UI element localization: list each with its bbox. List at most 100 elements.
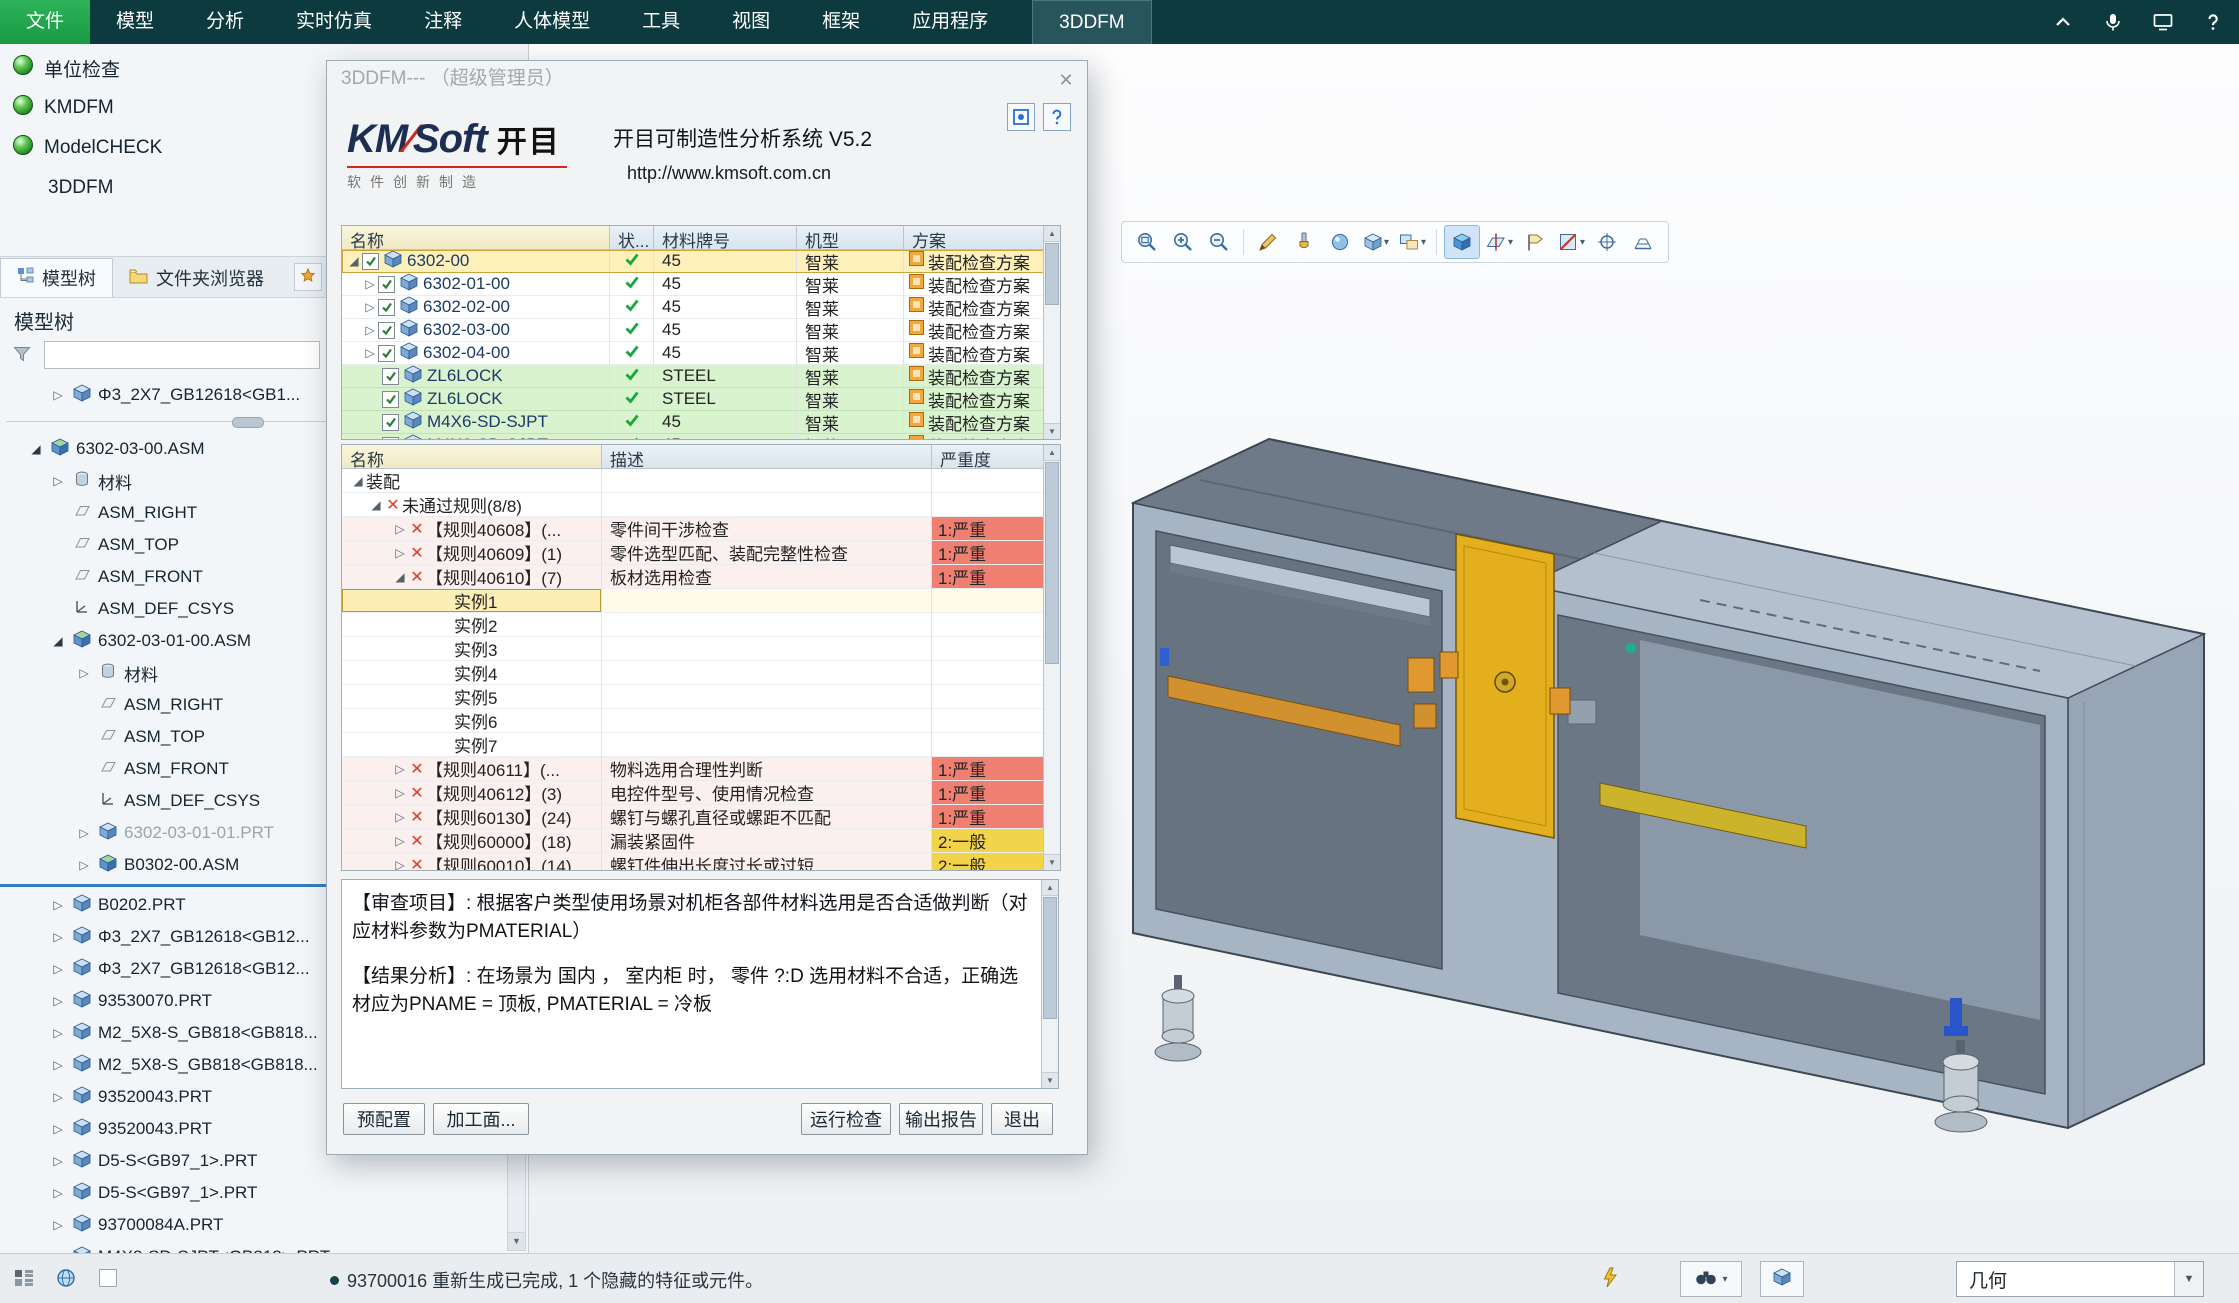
run-check-button[interactable]: 运行检查 — [801, 1103, 891, 1135]
checkbox-checked[interactable] — [378, 345, 395, 362]
shade-icon[interactable] — [1287, 226, 1321, 258]
rules-row[interactable]: ◢✕【规则40610】(7)板材选用检查1:严重 — [342, 565, 1060, 589]
rules-row[interactable]: ▷✕【规则60010】(14)螺钉件伸出长度过长或过短2:一般 — [342, 853, 1060, 870]
scrollbar-thumb[interactable] — [1045, 462, 1059, 664]
menu-item-注释[interactable]: 注释 — [398, 0, 488, 44]
chevron-down-icon[interactable]: ▼ — [2174, 1262, 2203, 1296]
parts-row[interactable]: ▷6302-02-0045智莱装配检查方案 — [342, 296, 1060, 319]
parts-row[interactable]: ◢6302-0045智莱装配检查方案 — [342, 250, 1060, 273]
scroll-up-icon[interactable]: ▲ — [1042, 880, 1058, 896]
scroll-down-icon[interactable]: ▼ — [508, 1232, 525, 1250]
rules-col-header[interactable]: 名称 — [342, 445, 602, 469]
saved-views-icon[interactable]: ▾ — [1395, 226, 1429, 258]
scrollbar-thumb[interactable] — [1045, 243, 1059, 305]
expand-arrow-icon[interactable]: ▷ — [50, 388, 66, 402]
rules-row[interactable]: 实例5 — [342, 685, 1060, 709]
display-style-icon[interactable]: ▾ — [1359, 226, 1393, 258]
rules-row[interactable]: 实例3 — [342, 637, 1060, 661]
navigator-options-button[interactable] — [294, 263, 322, 291]
collapse-arrow-icon[interactable]: ◢ — [350, 474, 366, 488]
checkbox-checked[interactable] — [378, 276, 395, 293]
checkbox-checked[interactable] — [378, 299, 395, 316]
scroll-up-icon[interactable]: ▲ — [1044, 445, 1060, 461]
blank-panel-icon[interactable] — [92, 1262, 124, 1294]
expand-arrow-icon[interactable]: ▷ — [50, 930, 66, 944]
checkbox-checked[interactable] — [362, 253, 379, 270]
render-style-icon[interactable] — [1444, 225, 1480, 259]
rules-row[interactable]: 实例4 — [342, 661, 1060, 685]
screen-share-icon[interactable] — [2151, 10, 2175, 34]
collapse-arrow-icon[interactable]: ◢ — [368, 498, 384, 512]
parts-table-scrollbar[interactable]: ▲ ▼ — [1043, 226, 1060, 439]
tree-item[interactable]: ▷M4X8-SD-SJPT<GB818>.PRT — [0, 1241, 506, 1253]
zoom-out-icon[interactable] — [1202, 226, 1236, 258]
expand-arrow-icon[interactable]: ▷ — [50, 1122, 66, 1136]
menu-item-模型[interactable]: 模型 — [90, 0, 180, 44]
expand-arrow-icon[interactable]: ▷ — [362, 300, 378, 314]
parts-row[interactable]: M4X6-SD-SJPT45智莱装配检查方案 — [342, 434, 1060, 439]
scroll-down-icon[interactable]: ▼ — [1042, 1072, 1058, 1088]
output-report-button[interactable]: 输出报告 — [899, 1103, 983, 1135]
rules-col-header[interactable]: 严重度 — [932, 445, 1044, 469]
parts-row[interactable]: M4X6-SD-SJPT45智莱装配检查方案 — [342, 411, 1060, 434]
expand-arrow-icon[interactable]: ▷ — [392, 762, 408, 776]
refit-icon[interactable] — [1130, 226, 1164, 258]
spin-center-icon[interactable] — [1590, 226, 1624, 258]
parts-col-header[interactable]: 方案 — [904, 226, 1044, 250]
scroll-down-icon[interactable]: ▼ — [1044, 423, 1060, 439]
expand-arrow-icon[interactable]: ▷ — [76, 826, 92, 840]
menu-item-视图[interactable]: 视图 — [706, 0, 796, 44]
collapse-arrow-icon[interactable]: ◢ — [392, 570, 408, 584]
expand-arrow-icon[interactable]: ▷ — [392, 810, 408, 824]
expand-arrow-icon[interactable]: ▷ — [392, 858, 408, 871]
expand-arrow-icon[interactable]: ▷ — [50, 1058, 66, 1072]
annotation-display-icon[interactable] — [1518, 226, 1552, 258]
rules-row[interactable]: ▷✕【规则60000】(18)漏装紧固件2:一般 — [342, 829, 1060, 853]
menu-item-实时仿真[interactable]: 实时仿真 — [270, 0, 398, 44]
parts-row[interactable]: ▷6302-01-0045智莱装配检查方案 — [342, 273, 1060, 296]
collapse-arrow-icon[interactable]: ◢ — [50, 634, 66, 648]
selection-filter-combo[interactable]: 几何 ▼ — [1956, 1261, 2204, 1297]
menu-item-分析[interactable]: 分析 — [180, 0, 270, 44]
help-icon[interactable] — [2201, 10, 2225, 34]
rules-row[interactable]: ▷✕【规则40609】(1)零件选型匹配、装配完整性检查1:严重 — [342, 541, 1060, 565]
menu-item-框架[interactable]: 框架 — [796, 0, 886, 44]
collapse-arrow-icon[interactable]: ◢ — [28, 442, 44, 456]
expand-arrow-icon[interactable]: ▷ — [392, 834, 408, 848]
rules-row[interactable]: 实例2 — [342, 613, 1060, 637]
menu-tab-3ddfm[interactable]: 3DDFM — [1032, 0, 1151, 44]
repaint-icon[interactable] — [1251, 226, 1285, 258]
rules-row[interactable]: ▷✕【规则60130】(24)螺钉与螺孔直径或螺距不匹配1:严重 — [342, 805, 1060, 829]
expand-arrow-icon[interactable]: ▷ — [392, 522, 408, 536]
rules-row[interactable]: 实例1 — [342, 589, 1060, 613]
analysis-scrollbar[interactable]: ▲ ▼ — [1041, 880, 1058, 1088]
launcher-item-ModelCHECK[interactable]: ModelCHECK — [0, 128, 330, 168]
rules-row[interactable]: 实例6 — [342, 709, 1060, 733]
parts-col-header[interactable]: 机型 — [797, 226, 904, 250]
perspective-icon[interactable] — [1626, 226, 1660, 258]
rules-row[interactable]: ◢装配 — [342, 469, 1060, 493]
tab-folder-browser[interactable]: 文件夹浏览器 — [113, 259, 280, 297]
machining-face-button[interactable]: 加工面... — [433, 1103, 529, 1135]
parts-col-header[interactable]: 名称 — [342, 226, 610, 250]
launcher-item-KMDFM[interactable]: KMDFM — [0, 88, 330, 128]
checkbox-checked[interactable] — [382, 391, 399, 408]
find-tool-button[interactable]: ▾ — [1680, 1261, 1742, 1297]
dialog-close-button[interactable]: ✕ — [1055, 69, 1077, 91]
menu-item-人体模型[interactable]: 人体模型 — [488, 0, 616, 44]
expand-arrow-icon[interactable]: ▷ — [50, 962, 66, 976]
collapse-ribbon-icon[interactable] — [2051, 10, 2075, 34]
expand-arrow-icon[interactable]: ▷ — [392, 786, 408, 800]
tab-model-tree[interactable]: 模型树 — [0, 258, 113, 297]
model-tree-toggle-icon[interactable] — [8, 1262, 40, 1294]
menu-file[interactable]: 文件 — [0, 0, 90, 44]
datum-display-icon[interactable]: ▾ — [1482, 226, 1516, 258]
menu-item-应用程序[interactable]: 应用程序 — [886, 0, 1014, 44]
exit-button[interactable]: 退出 — [991, 1103, 1053, 1135]
scroll-up-icon[interactable]: ▲ — [1044, 226, 1060, 242]
expand-arrow-icon[interactable]: ▷ — [50, 474, 66, 488]
expand-arrow-icon[interactable]: ▷ — [50, 898, 66, 912]
selection-helper-icon[interactable] — [1595, 1262, 1627, 1294]
parts-row[interactable]: ▷6302-04-0045智莱装配检查方案 — [342, 342, 1060, 365]
dialog-pin-button[interactable] — [1007, 103, 1035, 131]
